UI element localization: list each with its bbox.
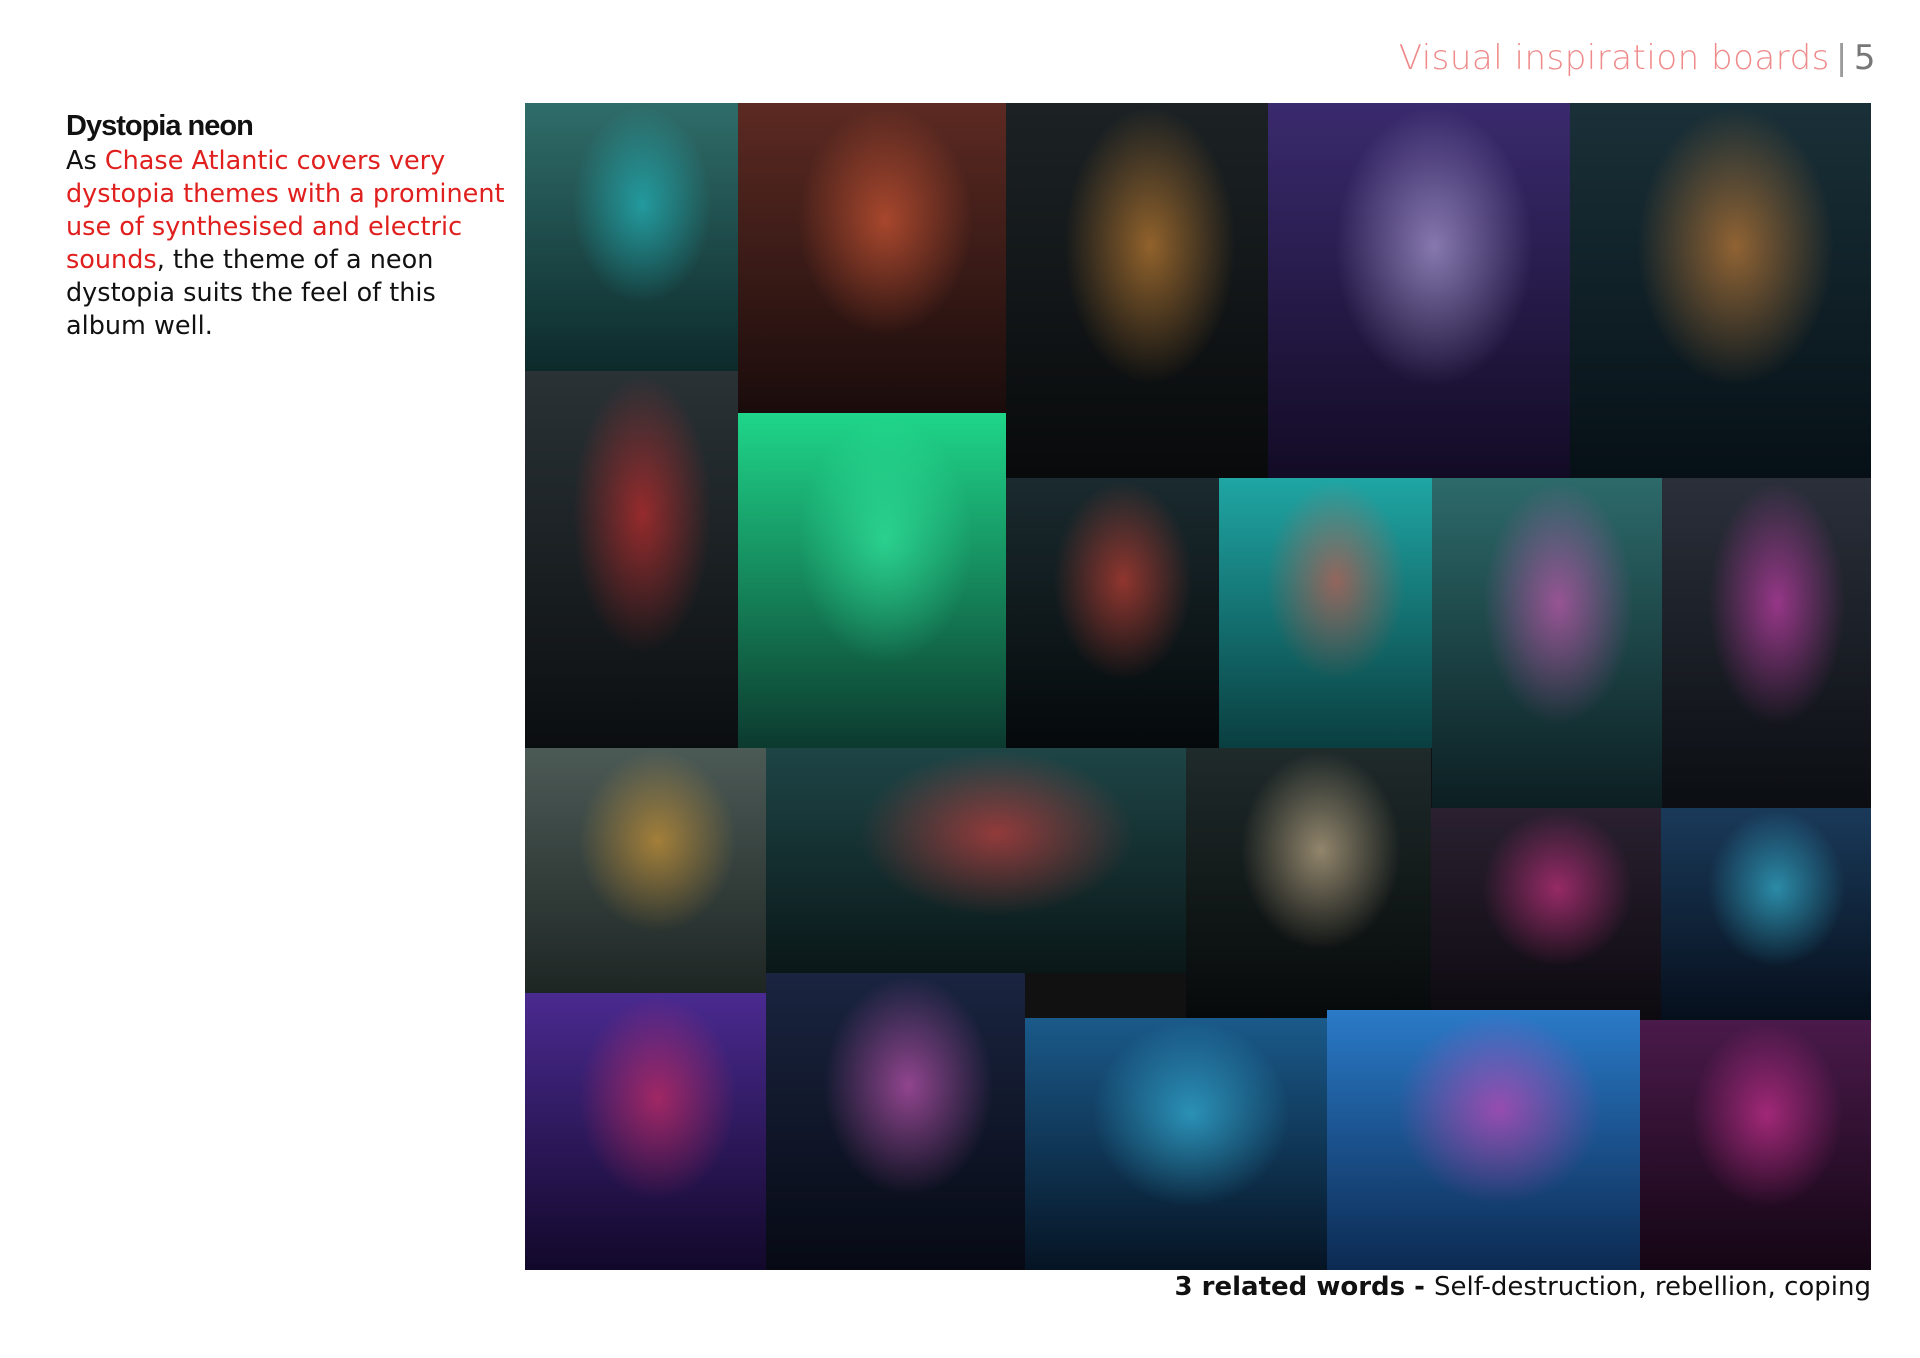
intro-text-start: As [66,146,105,176]
photo-im-still-here-tv [1640,1020,1871,1270]
photo-tv-room-figure [1431,808,1661,1020]
photo-pink-jeep-flowers [1327,1010,1640,1270]
title-separator: | [1835,38,1848,78]
photo-wonderful-life-sign [1186,748,1431,1018]
section-title: Visual inspiration boards [1398,38,1830,78]
photo-shell-station-fog [525,748,766,993]
photo-smiley-neon-building [766,973,1025,1270]
intro-heading: Dystopia neon [66,110,254,142]
photo-teal-fog-light [1219,478,1432,748]
photo-green-fog-walker [738,413,1006,748]
mood-board [525,103,1871,1270]
intro-block: Dystopia neon As Chase Atlantic covers v… [66,110,506,343]
related-words: 3 related words - Self-destruction, rebe… [1175,1272,1871,1302]
photo-telephone-booth-water [1570,103,1871,481]
page-header: Visual inspiration boards | 5 [1399,38,1876,78]
photo-always-you-sign-figure [738,103,1006,413]
photo-neon-gas-station-fog [525,103,738,371]
page-number: 5 [1853,38,1876,78]
photo-forest-road-car [766,748,1186,973]
photo-follow-your-dreams-sign [1006,103,1268,478]
photo-jungle-tv-glow [1661,808,1871,1020]
photo-purple-neon-alley [525,993,766,1270]
photo-motel-rain-night [1006,478,1219,748]
photo-red-smoke-courtyard [525,371,738,748]
photo-pink-car-crash [1662,478,1871,808]
photo-free-candy-van [1432,478,1662,808]
photo-blue-streetlights-fog [1025,1018,1327,1270]
intro-paragraph: As Chase Atlantic covers very dystopia t… [66,145,506,343]
related-words-list: Self-destruction, rebellion, coping [1434,1272,1871,1302]
photo-spiral-staircase-door [1268,103,1570,481]
related-words-label: 3 related words - [1174,1272,1434,1302]
